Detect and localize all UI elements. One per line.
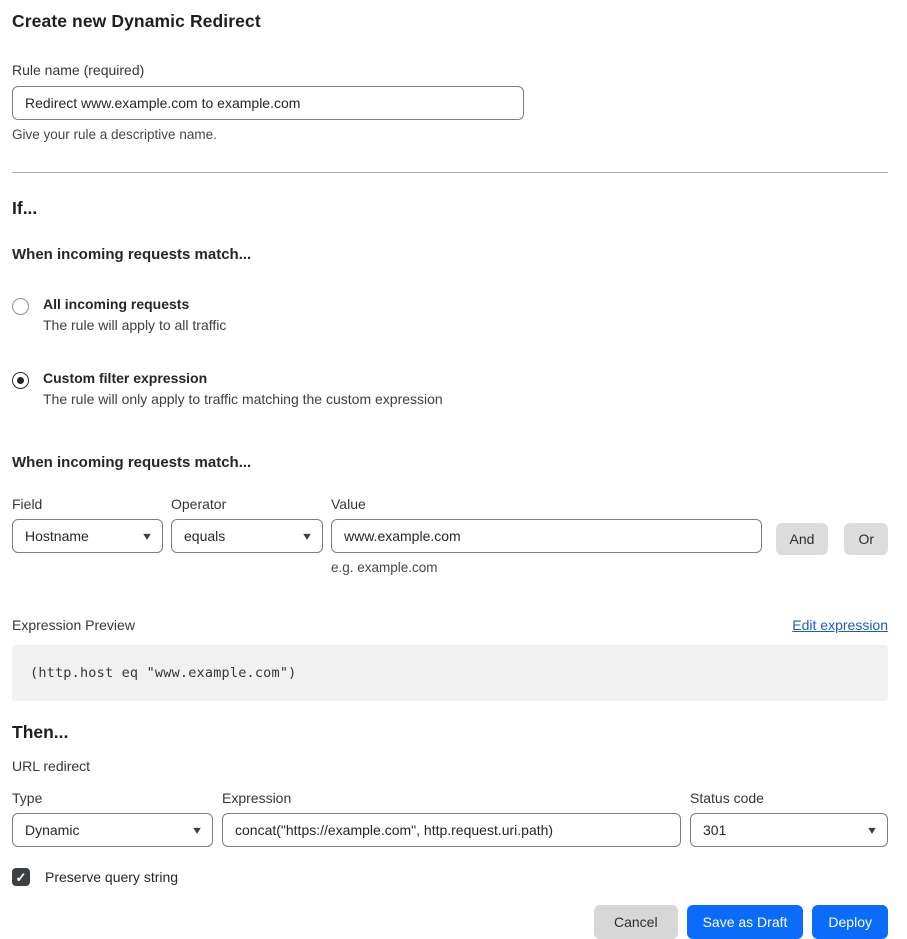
chevron-down-icon: ▾: [868, 824, 876, 836]
status-code-label: Status code: [690, 790, 888, 806]
operator-select[interactable]: equals ▾: [171, 519, 323, 553]
operator-select-value: equals: [184, 528, 225, 544]
field-select[interactable]: Hostname ▾: [12, 519, 163, 553]
radio-all-incoming[interactable]: [12, 298, 29, 315]
chevron-down-icon: ▾: [303, 530, 311, 542]
value-label: Value: [331, 496, 762, 512]
chevron-down-icon: ▾: [143, 530, 151, 542]
if-heading: If...: [12, 198, 888, 219]
deploy-button[interactable]: Deploy: [812, 905, 888, 939]
status-code-select-value: 301: [703, 822, 726, 838]
preserve-query-row[interactable]: ✓ Preserve query string: [12, 868, 888, 886]
value-input[interactable]: [331, 519, 762, 553]
option-custom-filter-expression[interactable]: Custom filter expression The rule will o…: [12, 370, 888, 407]
section-divider: [12, 172, 888, 173]
preserve-query-checkbox[interactable]: ✓: [12, 868, 30, 886]
expression-preview-label: Expression Preview: [12, 617, 135, 633]
option-label: Custom filter expression: [43, 370, 443, 386]
url-redirect-label: URL redirect: [12, 758, 888, 774]
save-as-draft-button[interactable]: Save as Draft: [687, 905, 804, 939]
cancel-button[interactable]: Cancel: [594, 905, 678, 939]
check-icon: ✓: [16, 871, 27, 884]
chevron-down-icon: ▾: [193, 824, 201, 836]
then-heading: Then...: [12, 722, 888, 743]
status-code-select[interactable]: 301 ▾: [690, 813, 888, 847]
redirect-builder-row: Type Dynamic ▾ Expression Status code 30…: [12, 790, 888, 847]
field-select-value: Hostname: [25, 528, 89, 544]
value-help: e.g. example.com: [331, 560, 762, 575]
filter-heading: When incoming requests match...: [12, 454, 888, 471]
option-description: The rule will only apply to traffic matc…: [43, 391, 443, 407]
redirect-expression-input[interactable]: [222, 813, 681, 847]
option-label: All incoming requests: [43, 296, 226, 312]
and-button[interactable]: And: [776, 523, 829, 555]
page-title: Create new Dynamic Redirect: [12, 11, 888, 32]
type-label: Type: [12, 790, 213, 806]
type-select[interactable]: Dynamic ▾: [12, 813, 213, 847]
expression-preview-code: (http.host eq "www.example.com"): [12, 645, 888, 701]
radio-custom-filter[interactable]: [12, 372, 29, 389]
option-description: The rule will apply to all traffic: [43, 317, 226, 333]
filter-builder-row: Field Hostname ▾ Operator equals ▾ Value…: [12, 496, 888, 575]
type-select-value: Dynamic: [25, 822, 79, 838]
rule-name-input[interactable]: [12, 86, 524, 120]
field-label: Field: [12, 496, 163, 512]
preserve-query-label: Preserve query string: [45, 869, 178, 885]
footer-actions: Cancel Save as Draft Deploy: [12, 905, 888, 939]
rule-name-label: Rule name (required): [12, 62, 888, 78]
or-button[interactable]: Or: [844, 523, 888, 555]
match-heading: When incoming requests match...: [12, 246, 888, 263]
edit-expression-link[interactable]: Edit expression: [792, 617, 888, 633]
redirect-expression-label: Expression: [222, 790, 681, 806]
option-all-incoming-requests[interactable]: All incoming requests The rule will appl…: [12, 296, 888, 333]
rule-name-help: Give your rule a descriptive name.: [12, 127, 888, 142]
operator-label: Operator: [171, 496, 323, 512]
